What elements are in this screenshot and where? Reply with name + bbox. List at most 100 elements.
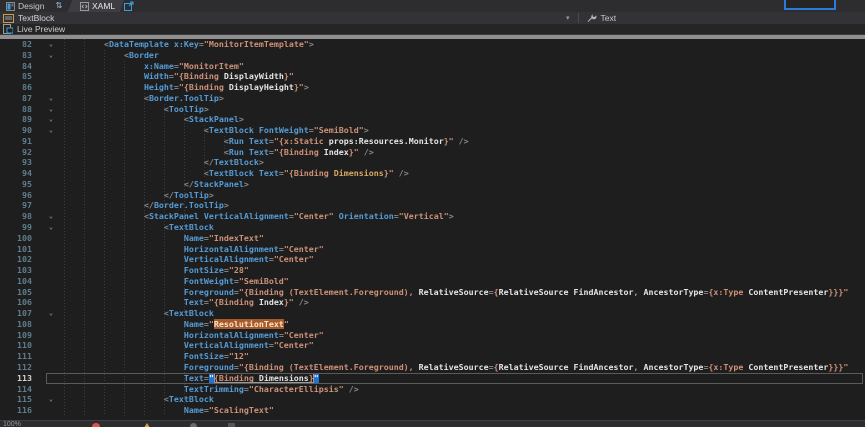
xaml-editor-window: Design ⇅ XAML TextBlock	[0, 0, 865, 427]
fold-chevron-icon[interactable]: ⌄	[38, 222, 64, 233]
fold-margin	[38, 297, 64, 308]
popup-fragment	[784, 0, 836, 10]
zoom-level[interactable]: 100%	[3, 421, 21, 427]
line-number: 95	[0, 179, 38, 190]
code-line[interactable]: 116 Name="ScalingText"	[0, 405, 865, 416]
fold-chevron-icon[interactable]: ⌄	[38, 308, 64, 319]
code-text: Name="ScalingText"	[64, 405, 865, 416]
code-line[interactable]: 107⌄ <TextBlock	[0, 308, 865, 319]
line-number: 106	[0, 297, 38, 308]
code-text: FontSize="28"	[64, 265, 865, 276]
code-line[interactable]: 90⌄ <TextBlock FontWeight="SemiBold">	[0, 125, 865, 136]
code-line[interactable]: 110 VerticalAlignment="Center"	[0, 340, 865, 351]
document-outline-breadcrumb-bar: TextBlock ▾ Text	[0, 12, 865, 24]
code-text: Foreground="{Binding (TextElement.Foregr…	[64, 287, 865, 298]
xaml-code-editor[interactable]: 82⌄ <DataTemplate x:Key="MonitorItemTemp…	[0, 39, 865, 420]
swap-views-button[interactable]: ⇅	[52, 0, 66, 12]
line-number: 104	[0, 276, 38, 287]
code-text: x:Name="MonitorItem"	[64, 61, 865, 72]
line-number: 111	[0, 351, 38, 362]
code-line[interactable]: 98⌄ <StackPanel VerticalAlignment="Cente…	[0, 211, 865, 222]
fold-margin	[38, 384, 64, 395]
warning-icon[interactable]	[142, 423, 152, 427]
wrench-icon[interactable]	[587, 13, 597, 23]
code-text: <TextBlock Text="{Binding Dimensions}" /…	[64, 168, 865, 179]
code-line[interactable]: 97 </Border.ToolTip>	[0, 200, 865, 211]
code-line[interactable]: 103 FontSize="28"	[0, 265, 865, 276]
fold-margin	[38, 351, 64, 362]
code-line[interactable]: 108 Name="ResolutionText"	[0, 319, 865, 330]
breadcrumb[interactable]: TextBlock	[0, 13, 54, 23]
code-text: HorizontalAlignment="Center"	[64, 330, 865, 341]
code-text: <TextBlock	[64, 222, 865, 233]
code-line[interactable]: 104 FontWeight="SemiBold"	[0, 276, 865, 287]
code-line[interactable]: 106 Text="{Binding Index}" />	[0, 297, 865, 308]
code-text: Width="{Binding DisplayWidth}"	[64, 71, 865, 82]
line-number: 96	[0, 190, 38, 201]
xaml-icon	[80, 2, 89, 11]
code-text: Height="{Binding DisplayHeight}">	[64, 82, 865, 93]
fold-margin	[38, 244, 64, 255]
fold-chevron-icon[interactable]: ⌄	[38, 93, 64, 104]
fold-chevron-icon[interactable]: ⌄	[38, 50, 64, 61]
fold-margin	[38, 200, 64, 211]
fold-margin	[38, 265, 64, 276]
line-number: 107	[0, 308, 38, 319]
fold-chevron-icon[interactable]: ⌄	[38, 39, 64, 50]
code-line[interactable]: 83⌄ <Border	[0, 50, 865, 61]
code-line[interactable]: 111 FontSize="12"	[0, 351, 865, 362]
fold-chevron-icon[interactable]: ⌄	[38, 125, 64, 136]
line-number: 109	[0, 330, 38, 341]
code-line[interactable]: 95 </StackPanel>	[0, 179, 865, 190]
code-line[interactable]: 88⌄ <ToolTip>	[0, 104, 865, 115]
code-line[interactable]: 101 HorizontalAlignment="Center"	[0, 244, 865, 255]
code-line[interactable]: 105 Foreground="{Binding (TextElement.Fo…	[0, 287, 865, 298]
code-line[interactable]: 115⌄ <TextBlock	[0, 394, 865, 405]
design-icon	[6, 2, 15, 11]
code-line[interactable]: 100 Name="IndexText"	[0, 233, 865, 244]
code-line[interactable]: 85 Width="{Binding DisplayWidth}"	[0, 71, 865, 82]
error-icon[interactable]	[92, 423, 100, 427]
fold-margin	[38, 319, 64, 330]
code-text: <Run Text="{x:Static props:Resources.Mon…	[64, 136, 865, 147]
line-number: 116	[0, 405, 38, 416]
code-line[interactable]: 112 Foreground="{Binding (TextElement.Fo…	[0, 362, 865, 373]
fold-margin	[38, 190, 64, 201]
fold-chevron-icon[interactable]: ⌄	[38, 394, 64, 405]
code-text: <StackPanel>	[64, 114, 865, 125]
line-number: 82	[0, 39, 38, 50]
live-preview-bar[interactable]: Live Preview	[0, 24, 865, 35]
status-glyph	[228, 423, 235, 427]
code-line[interactable]: 82⌄ <DataTemplate x:Key="MonitorItemTemp…	[0, 39, 865, 50]
line-number: 83	[0, 50, 38, 61]
fold-margin	[38, 179, 64, 190]
fold-chevron-icon[interactable]: ⌄	[38, 114, 64, 125]
code-line[interactable]: 96 </ToolTip>	[0, 190, 865, 201]
code-line[interactable]: 93 </TextBlock>	[0, 157, 865, 168]
fold-chevron-icon[interactable]: ⌄	[38, 104, 64, 115]
code-line[interactable]: 84 x:Name="MonitorItem"	[0, 61, 865, 72]
code-line[interactable]: 91 <Run Text="{x:Static props:Resources.…	[0, 136, 865, 147]
breadcrumb-dropdown-icon[interactable]: ▾	[566, 14, 570, 22]
tab-xaml[interactable]: XAML	[74, 0, 121, 12]
code-line[interactable]: 114 TextTrimming="CharacterEllipsis" />	[0, 384, 865, 395]
line-number: 97	[0, 200, 38, 211]
line-number: 88	[0, 104, 38, 115]
code-text: <StackPanel VerticalAlignment="Center" O…	[64, 211, 865, 222]
code-line[interactable]: 92 <Run Text="{Binding Index}" />	[0, 147, 865, 158]
code-line[interactable]: 113 Text="{Binding Dimensions}"	[0, 373, 865, 384]
code-line[interactable]: 102 VerticalAlignment="Center"	[0, 254, 865, 265]
code-line[interactable]: 89⌄ <StackPanel>	[0, 114, 865, 125]
code-text: </ToolTip>	[64, 190, 865, 201]
message-icon[interactable]	[190, 423, 197, 427]
tab-design[interactable]: Design	[0, 0, 50, 12]
code-line[interactable]: 109 HorizontalAlignment="Center"	[0, 330, 865, 341]
line-number: 114	[0, 384, 38, 395]
fold-margin	[38, 168, 64, 179]
fold-chevron-icon[interactable]: ⌄	[38, 211, 64, 222]
code-line[interactable]: 99⌄ <TextBlock	[0, 222, 865, 233]
code-line[interactable]: 87⌄ <Border.ToolTip>	[0, 93, 865, 104]
code-line[interactable]: 94 <TextBlock Text="{Binding Dimensions}…	[0, 168, 865, 179]
code-line[interactable]: 86 Height="{Binding DisplayHeight}">	[0, 82, 865, 93]
fold-margin	[38, 254, 64, 265]
